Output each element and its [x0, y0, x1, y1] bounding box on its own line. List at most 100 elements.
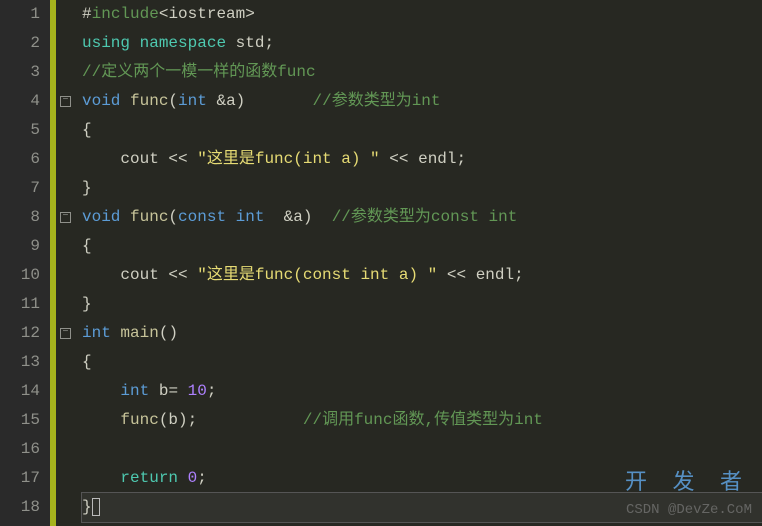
lbrace: { — [82, 353, 92, 371]
code-line[interactable] — [82, 435, 762, 464]
stream-op: << — [168, 150, 187, 168]
code-line[interactable]: cout << "这里是func(const int a) " << endl; — [82, 261, 762, 290]
function-name: func — [130, 92, 168, 110]
endl: endl — [476, 266, 514, 284]
namespace-name: std — [236, 34, 265, 52]
rparen: ) — [303, 208, 313, 226]
code-line[interactable]: } — [82, 174, 762, 203]
cout: cout — [120, 266, 158, 284]
semicolon: ; — [207, 382, 217, 400]
fold-toggle[interactable]: − — [60, 96, 71, 107]
header-name: iostream — [168, 5, 245, 23]
semicolon: ; — [514, 266, 524, 284]
code-line[interactable]: void func(int &a) //参数类型为int — [82, 87, 762, 116]
type-int: int — [82, 324, 111, 342]
rparen: ) — [168, 324, 178, 342]
rbrace: } — [82, 179, 92, 197]
line-number: 5 — [0, 116, 40, 145]
reference-op: & — [284, 208, 294, 226]
keyword-void: void — [82, 208, 120, 226]
code-editor: 1 2 3 4 5 6 7 8 9 10 11 12 13 14 15 16 1… — [0, 0, 762, 526]
code-line[interactable]: using namespace std; — [82, 29, 762, 58]
comment: //定义两个一模一样的函数func — [82, 63, 316, 81]
lparen: ( — [159, 411, 169, 429]
line-number: 4 — [0, 87, 40, 116]
arg: b — [168, 411, 178, 429]
fold-toggle[interactable]: − — [60, 328, 71, 339]
code-text-area[interactable]: #include<iostream> using namespace std; … — [78, 0, 762, 526]
code-line[interactable]: { — [82, 348, 762, 377]
line-number: 9 — [0, 232, 40, 261]
line-number: 3 — [0, 58, 40, 87]
line-number: 7 — [0, 174, 40, 203]
text-cursor — [92, 498, 100, 516]
rbrace: } — [82, 498, 92, 516]
lbrace: { — [82, 237, 92, 255]
param-name: a — [226, 92, 236, 110]
angle-lt: < — [159, 5, 169, 23]
function-name: main — [120, 324, 158, 342]
line-number: 8 — [0, 203, 40, 232]
var-name: b — [159, 382, 169, 400]
code-line[interactable]: { — [82, 232, 762, 261]
stream-op: << — [389, 150, 408, 168]
keyword-using: using — [82, 34, 130, 52]
comment: //参数类型为const int — [332, 208, 518, 226]
keyword-const: const — [178, 208, 226, 226]
code-line[interactable]: int main() — [82, 319, 762, 348]
line-number: 1 — [0, 0, 40, 29]
code-line[interactable]: #include<iostream> — [82, 0, 762, 29]
semicolon: ; — [264, 34, 274, 52]
stream-op: << — [168, 266, 187, 284]
type-int: int — [120, 382, 149, 400]
string-literal: "这里是func(const int a) " — [197, 266, 437, 284]
string-literal: "这里是func(int a) " — [197, 150, 379, 168]
lparen: ( — [159, 324, 169, 342]
lparen: ( — [168, 92, 178, 110]
fold-toggle[interactable]: − — [60, 212, 71, 223]
include-directive: include — [92, 5, 159, 23]
line-number: 6 — [0, 145, 40, 174]
endl: endl — [418, 150, 456, 168]
line-number: 15 — [0, 406, 40, 435]
code-line[interactable]: func(b); //调用func函数,传值类型为int — [82, 406, 762, 435]
angle-gt: > — [245, 5, 255, 23]
line-number-gutter: 1 2 3 4 5 6 7 8 9 10 11 12 13 14 15 16 1… — [0, 0, 50, 526]
code-line[interactable]: int b= 10; — [82, 377, 762, 406]
keyword-return: return — [120, 469, 178, 487]
semicolon: ; — [188, 411, 198, 429]
line-number: 17 — [0, 464, 40, 493]
function-name: func — [130, 208, 168, 226]
function-call: func — [120, 411, 158, 429]
line-number: 14 — [0, 377, 40, 406]
number-literal: 0 — [188, 469, 198, 487]
line-number: 2 — [0, 29, 40, 58]
hash: # — [82, 5, 92, 23]
line-number: 16 — [0, 435, 40, 464]
watermark-text: CSDN @DevZe.CoM — [626, 502, 752, 518]
keyword-void: void — [82, 92, 120, 110]
keyword-namespace: namespace — [140, 34, 226, 52]
code-line[interactable]: { — [82, 116, 762, 145]
assign-op: = — [168, 382, 178, 400]
rbrace: } — [82, 295, 92, 313]
comment: //参数类型为int — [313, 92, 441, 110]
rparen: ) — [178, 411, 188, 429]
line-number: 11 — [0, 290, 40, 319]
param-name: a — [293, 208, 303, 226]
code-line[interactable]: void func(const int &a) //参数类型为const int — [82, 203, 762, 232]
type-int: int — [178, 92, 207, 110]
reference-op: & — [216, 92, 226, 110]
code-line[interactable]: cout << "这里是func(int a) " << endl; — [82, 145, 762, 174]
type-int: int — [236, 208, 265, 226]
comment: //调用func函数,传值类型为int — [303, 411, 543, 429]
code-line[interactable]: //定义两个一模一样的函数func — [82, 58, 762, 87]
semicolon: ; — [457, 150, 467, 168]
lparen: ( — [168, 208, 178, 226]
stream-op: << — [447, 266, 466, 284]
rparen: ) — [236, 92, 246, 110]
semicolon: ; — [197, 469, 207, 487]
code-line[interactable]: } — [82, 290, 762, 319]
line-number: 13 — [0, 348, 40, 377]
line-number: 18 — [0, 493, 40, 522]
